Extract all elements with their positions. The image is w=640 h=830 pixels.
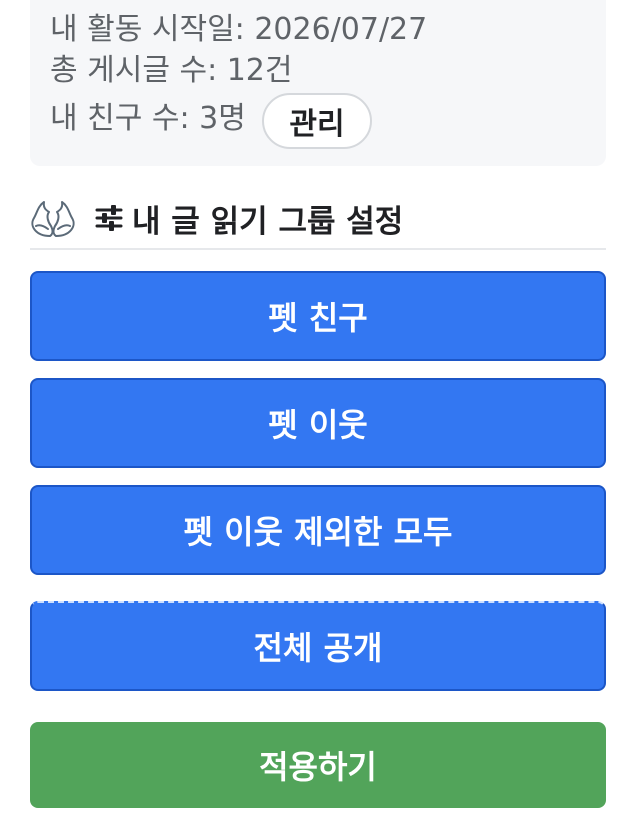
friend-count: 내 친구 수: 3명 [50,101,246,136]
manage-friends-button[interactable]: 관리 [262,93,372,149]
section-header: 내 글 읽기 그룹 설정 [28,192,606,244]
sliders-icon [94,203,124,233]
section-divider [30,248,606,250]
group-button-public[interactable]: 전체 공개 [30,601,606,691]
group-button-pet-neighbors[interactable]: 펫 이웃 [30,378,606,468]
apply-button[interactable]: 적용하기 [30,722,606,808]
group-button-pet-friends[interactable]: 펫 친구 [30,271,606,361]
profile-info-card: 내 활동 시작일: 2026/07/27 총 게시글 수: 12건 내 친구 수… [30,0,606,166]
section-title: 내 글 읽기 그룹 설정 [132,203,404,240]
angel-wings-icon [28,196,78,240]
post-count: 총 게시글 수: 12건 [50,53,293,88]
read-group-settings-page: 내 활동 시작일: 2026/07/27 총 게시글 수: 12건 내 친구 수… [0,0,640,830]
group-button-all-except-neighbors[interactable]: 펫 이웃 제외한 모두 [30,485,606,575]
activity-start-date: 내 활동 시작일: 2026/07/27 [50,12,428,47]
